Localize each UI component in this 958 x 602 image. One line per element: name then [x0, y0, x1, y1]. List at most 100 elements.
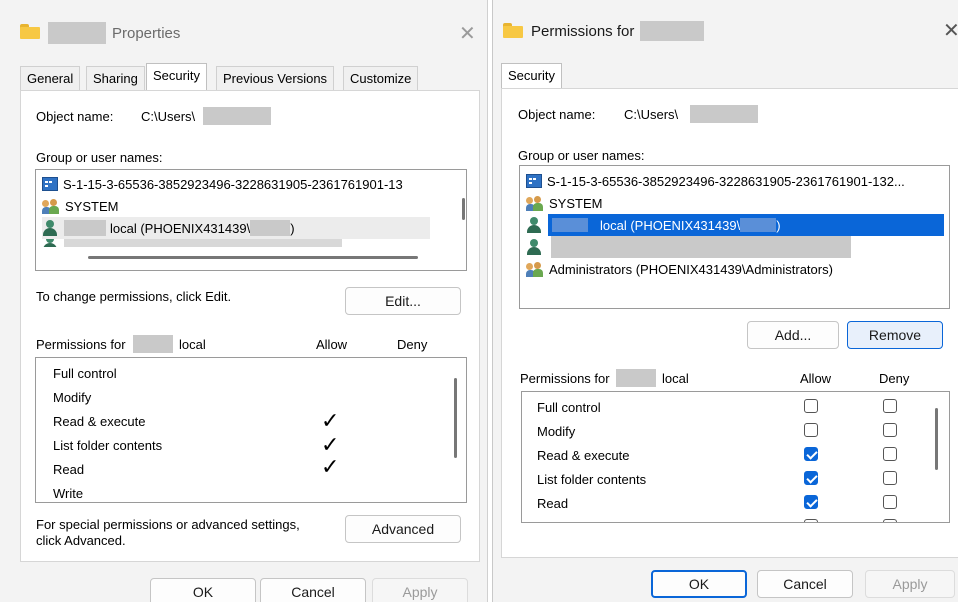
object-name-label: Object name: — [36, 109, 114, 124]
user-name: local (PHOENIX431439\ — [600, 217, 741, 233]
selected-list-item[interactable]: local (PHOENIX431439\ ) — [548, 214, 944, 236]
tab-general[interactable]: General — [20, 66, 81, 91]
user-name-suffix: ) — [776, 217, 781, 233]
permission-name: Read — [53, 462, 85, 477]
allow-checkbox[interactable] — [804, 423, 818, 437]
permissions-list[interactable]: Full control Modify Read & execute ✓ Lis… — [35, 357, 467, 503]
tab-sharing[interactable]: Sharing — [86, 66, 145, 91]
list-item[interactable]: local (PHOENIX431439\ ) — [42, 217, 430, 239]
deny-checkbox[interactable] — [883, 399, 897, 413]
redacted-folder-name — [640, 21, 704, 41]
list-item[interactable] — [42, 239, 342, 247]
vertical-scrollbar[interactable] — [935, 408, 938, 470]
permission-name: List folder contents — [53, 438, 163, 453]
tab-customize[interactable]: Customize — [343, 66, 419, 91]
deny-checkbox[interactable] — [883, 495, 897, 509]
permission-name: Full control — [53, 366, 117, 381]
permission-name: Write — [53, 486, 84, 501]
list-item[interactable]: S-1-15-3-65536-3852923496-3228631905-236… — [526, 170, 905, 192]
redacted-user — [551, 236, 851, 258]
user-name: SYSTEM — [65, 198, 119, 214]
object-name-value: C:\Users\ — [624, 107, 679, 122]
list-item[interactable]: S-1-15-3-65536-3852923496-3228631905-236… — [42, 173, 403, 195]
permission-name: List folder contents — [537, 472, 647, 487]
redacted-path — [690, 105, 758, 123]
security-panel: Object name: C:\Users\ Group or user nam… — [20, 90, 480, 562]
permission-name: Read — [537, 496, 569, 511]
list-item[interactable]: Administrators (PHOENIX431439\Administra… — [526, 258, 833, 280]
users-listbox[interactable]: S-1-15-3-65536-3852923496-3228631905-236… — [519, 165, 950, 309]
cancel-button[interactable]: Cancel — [757, 570, 853, 598]
user-name: S-1-15-3-65536-3852923496-3228631905-236… — [547, 173, 905, 189]
deny-checkbox[interactable] — [883, 471, 897, 485]
deny-checkbox[interactable] — [883, 423, 897, 437]
users-listbox[interactable]: S-1-15-3-65536-3852923496-3228631905-236… — [35, 169, 467, 271]
redacted-folder-name — [48, 22, 106, 44]
object-name-label: Object name: — [518, 107, 596, 122]
sid-icon — [526, 174, 542, 188]
ok-button[interactable]: OK — [150, 578, 256, 602]
vertical-scrollbar[interactable] — [462, 198, 465, 220]
dialog-footer: OK Cancel Apply — [493, 560, 958, 602]
vertical-scrollbar[interactable] — [454, 378, 457, 458]
tab-security[interactable]: Security — [501, 63, 562, 91]
apply-button[interactable]: Apply — [865, 570, 955, 598]
ok-button[interactable]: OK — [651, 570, 747, 598]
permissions-list[interactable]: Full control Modify Read & execute List … — [521, 391, 950, 523]
close-icon[interactable]: ✕ — [943, 21, 958, 41]
edit-button[interactable]: Edit... — [345, 287, 461, 315]
list-item[interactable]: SYSTEM — [42, 195, 118, 217]
window-title: Permissions for — [531, 23, 635, 40]
permission-name: Read & execute — [53, 414, 146, 429]
allow-checkbox[interactable] — [804, 519, 818, 522]
tab-previous-versions[interactable]: Previous Versions — [216, 66, 335, 91]
cancel-button[interactable]: Cancel — [260, 578, 366, 602]
deny-column-header: Deny — [397, 337, 428, 352]
change-permissions-hint: To change permissions, click Edit. — [36, 289, 232, 304]
list-item[interactable]: SYSTEM — [526, 192, 602, 214]
user-icon — [526, 239, 542, 255]
user-icon — [526, 217, 542, 233]
permissions-header: Permissions for — [36, 337, 126, 352]
redacted-user — [133, 335, 173, 353]
allow-checkbox[interactable] — [804, 447, 818, 461]
special-permissions-text: click Advanced. — [36, 533, 126, 548]
folder-icon — [503, 23, 523, 38]
close-icon[interactable]: ✕ — [459, 24, 476, 44]
permission-name: Full control — [537, 400, 601, 415]
special-permissions-text: For special permissions or advanced sett… — [36, 517, 300, 532]
user-icon — [42, 239, 58, 247]
permissions-header-user: local — [662, 371, 689, 386]
horizontal-scrollbar[interactable] — [88, 256, 418, 259]
group-users-label: Group or user names: — [36, 150, 163, 165]
redacted-user — [250, 220, 291, 236]
redacted-user — [740, 218, 777, 232]
deny-checkbox[interactable] — [883, 447, 897, 461]
list-item[interactable] — [526, 214, 548, 236]
title-bar: Permissions for ✕ — [493, 0, 958, 48]
deny-checkbox[interactable] — [883, 519, 897, 522]
list-item[interactable] — [526, 236, 851, 258]
allow-checkbox[interactable] — [804, 471, 818, 485]
user-name: SYSTEM — [549, 195, 603, 211]
security-panel: Object name: C:\Users\ Group or user nam… — [501, 88, 958, 558]
apply-button[interactable]: Apply — [372, 578, 468, 602]
remove-button[interactable]: Remove — [847, 321, 943, 349]
window-title: Properties — [112, 25, 181, 42]
tab-security[interactable]: Security — [146, 63, 207, 91]
allow-column-header: Allow — [800, 371, 832, 386]
allow-checkmark-icon: ✓ — [321, 454, 340, 479]
deny-column-header: Deny — [879, 371, 910, 386]
add-button[interactable]: Add... — [747, 321, 839, 349]
redacted-user — [64, 220, 106, 236]
allow-checkbox[interactable] — [804, 399, 818, 413]
sid-icon — [42, 177, 58, 191]
redacted-path — [203, 107, 271, 125]
allow-checkmark-icon: ✓ — [321, 432, 340, 457]
allow-checkbox[interactable] — [804, 495, 818, 509]
redacted-user — [616, 369, 656, 387]
permissions-header-user: local — [179, 337, 206, 352]
advanced-button[interactable]: Advanced — [345, 515, 461, 543]
permission-name: Read & execute — [537, 448, 630, 463]
dialog-footer: OK Cancel Apply — [0, 566, 487, 602]
